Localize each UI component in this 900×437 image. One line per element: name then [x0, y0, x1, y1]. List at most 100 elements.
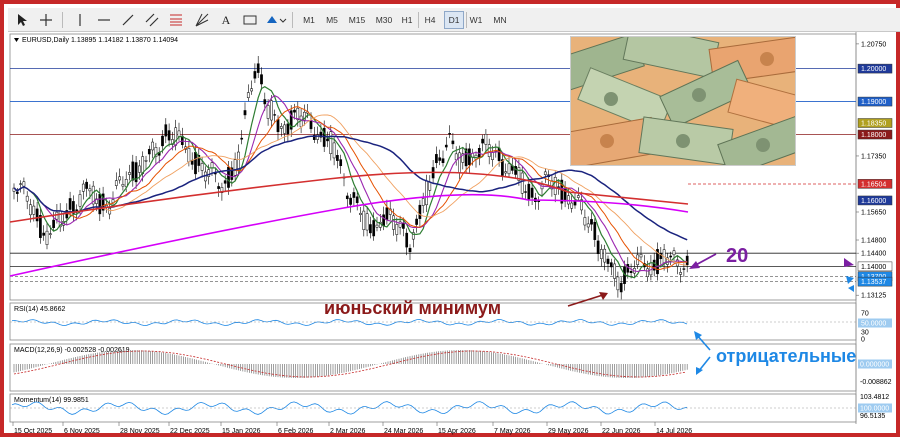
rsi-level-label: 0: [861, 337, 865, 344]
timeframe-w1[interactable]: W1: [467, 11, 485, 29]
candle: [682, 268, 686, 270]
date-label: 15 Oct 2025: [14, 428, 52, 435]
toolbar: A M1 M5 M15 M30 H1 H4 D1 W1 MN: [8, 8, 900, 32]
candle: [491, 152, 494, 160]
candle: [359, 212, 362, 215]
candle: [200, 163, 204, 171]
candle: [392, 215, 395, 230]
candle: [527, 183, 531, 200]
channel-icon[interactable]: [142, 10, 162, 30]
date-label: 14 Jul 2026: [656, 428, 692, 435]
timeframe-m15[interactable]: M15: [346, 11, 368, 29]
crosshair-icon[interactable]: [36, 10, 56, 30]
cursor-icon[interactable]: [12, 10, 32, 30]
gann-icon[interactable]: [192, 10, 212, 30]
price-label: 1.17350: [861, 153, 886, 160]
momentum-level-label: 103.4812: [860, 394, 889, 401]
timeframe-h1[interactable]: H1: [398, 11, 416, 29]
timeframe-m30[interactable]: M30: [372, 11, 396, 29]
shapes-dropdown-icon[interactable]: [264, 10, 288, 30]
timeframe-m1[interactable]: M1: [300, 11, 318, 29]
candle: [263, 99, 267, 105]
horizontal-line-icon[interactable]: [94, 10, 114, 30]
candle: [141, 156, 145, 174]
candle: [147, 148, 151, 155]
timeframe-m5[interactable]: M5: [323, 11, 341, 29]
symbol-header: EURUSD,Daily 1.13895 1.14182 1.13870 1.1…: [22, 37, 178, 44]
candle: [151, 141, 154, 151]
candle: [138, 165, 141, 173]
candle: [32, 205, 36, 215]
candle: [365, 213, 369, 231]
timeframe-mn[interactable]: MN: [490, 11, 510, 29]
annotation-negative: отрицательные: [716, 346, 856, 366]
candle: [520, 172, 524, 194]
date-label: 29 May 2026: [548, 428, 589, 435]
price-label: 1.13125: [861, 293, 886, 300]
chart-area[interactable]: EURUSD,Daily 1.13895 1.14182 1.13870 1.1…: [8, 32, 900, 437]
date-label: 6 Nov 2025: [64, 428, 100, 435]
price-box-label: 1.19000: [861, 99, 886, 106]
timeframe-d1[interactable]: D1: [444, 11, 464, 29]
candle: [210, 162, 214, 169]
candle: [616, 276, 620, 291]
candle: [144, 160, 148, 162]
date-label: 2 Mar 2026: [330, 428, 366, 435]
candle: [629, 271, 633, 273]
candle: [19, 183, 22, 185]
text-tool-icon[interactable]: A: [216, 10, 236, 30]
candle: [553, 177, 557, 195]
candle: [352, 192, 356, 198]
candle: [266, 105, 270, 119]
candle: [685, 255, 689, 266]
candle: [85, 181, 88, 189]
vertical-line-icon[interactable]: [70, 10, 90, 30]
candle: [408, 247, 412, 253]
macd-level-label: -0.008862: [860, 379, 892, 386]
candle: [217, 186, 220, 189]
price-box-label: 1.18350: [861, 120, 886, 127]
macd-label: MACD(12,26,9) -0.002528 -0.002619: [14, 347, 130, 354]
rsi-label: RSI(14) 45.8662: [14, 306, 65, 313]
candle: [362, 210, 366, 230]
candle: [421, 198, 425, 206]
candle: [576, 195, 580, 198]
candle: [276, 119, 280, 133]
arrow-price-blue-icon: [848, 285, 854, 292]
chart-window: A M1 M5 M15 M30 H1 H4 D1 W1 MN EURUSD,Daily 1.13…: [0, 0, 900, 437]
date-label: 7 May 2026: [494, 428, 531, 435]
rsi-level-label: 30: [861, 330, 869, 337]
candle: [237, 151, 240, 171]
candle: [590, 219, 593, 225]
candle: [108, 207, 112, 215]
candle: [52, 219, 55, 228]
candle: [438, 157, 442, 161]
fibonacci-icon[interactable]: [166, 10, 186, 30]
arrow-head-icon: [689, 261, 700, 269]
candle: [174, 127, 178, 146]
timeframe-h4[interactable]: H4: [420, 11, 440, 29]
candle: [603, 248, 607, 263]
label-tool-icon[interactable]: [240, 10, 260, 30]
date-label: 24 Mar 2026: [384, 428, 423, 435]
candle: [329, 131, 333, 154]
trendline-icon[interactable]: [118, 10, 138, 30]
price-box-label: 1.14000: [861, 264, 886, 271]
candle: [570, 202, 574, 209]
candle: [454, 153, 458, 161]
candle: [256, 63, 260, 73]
candle: [375, 224, 379, 228]
candle: [586, 223, 590, 228]
candle: [81, 183, 85, 192]
candle: [543, 171, 547, 175]
annotation-twenty: 20: [726, 245, 748, 267]
date-label: 28 Nov 2025: [120, 428, 160, 435]
momentum-label: Momentum(14) 99.9851: [14, 397, 89, 404]
candle: [35, 208, 39, 222]
candle: [309, 120, 313, 130]
candle: [626, 264, 630, 273]
price-label: 1.14400: [861, 251, 886, 258]
candle: [415, 218, 418, 225]
candle: [15, 191, 19, 194]
price-label: 1.20750: [861, 41, 886, 48]
